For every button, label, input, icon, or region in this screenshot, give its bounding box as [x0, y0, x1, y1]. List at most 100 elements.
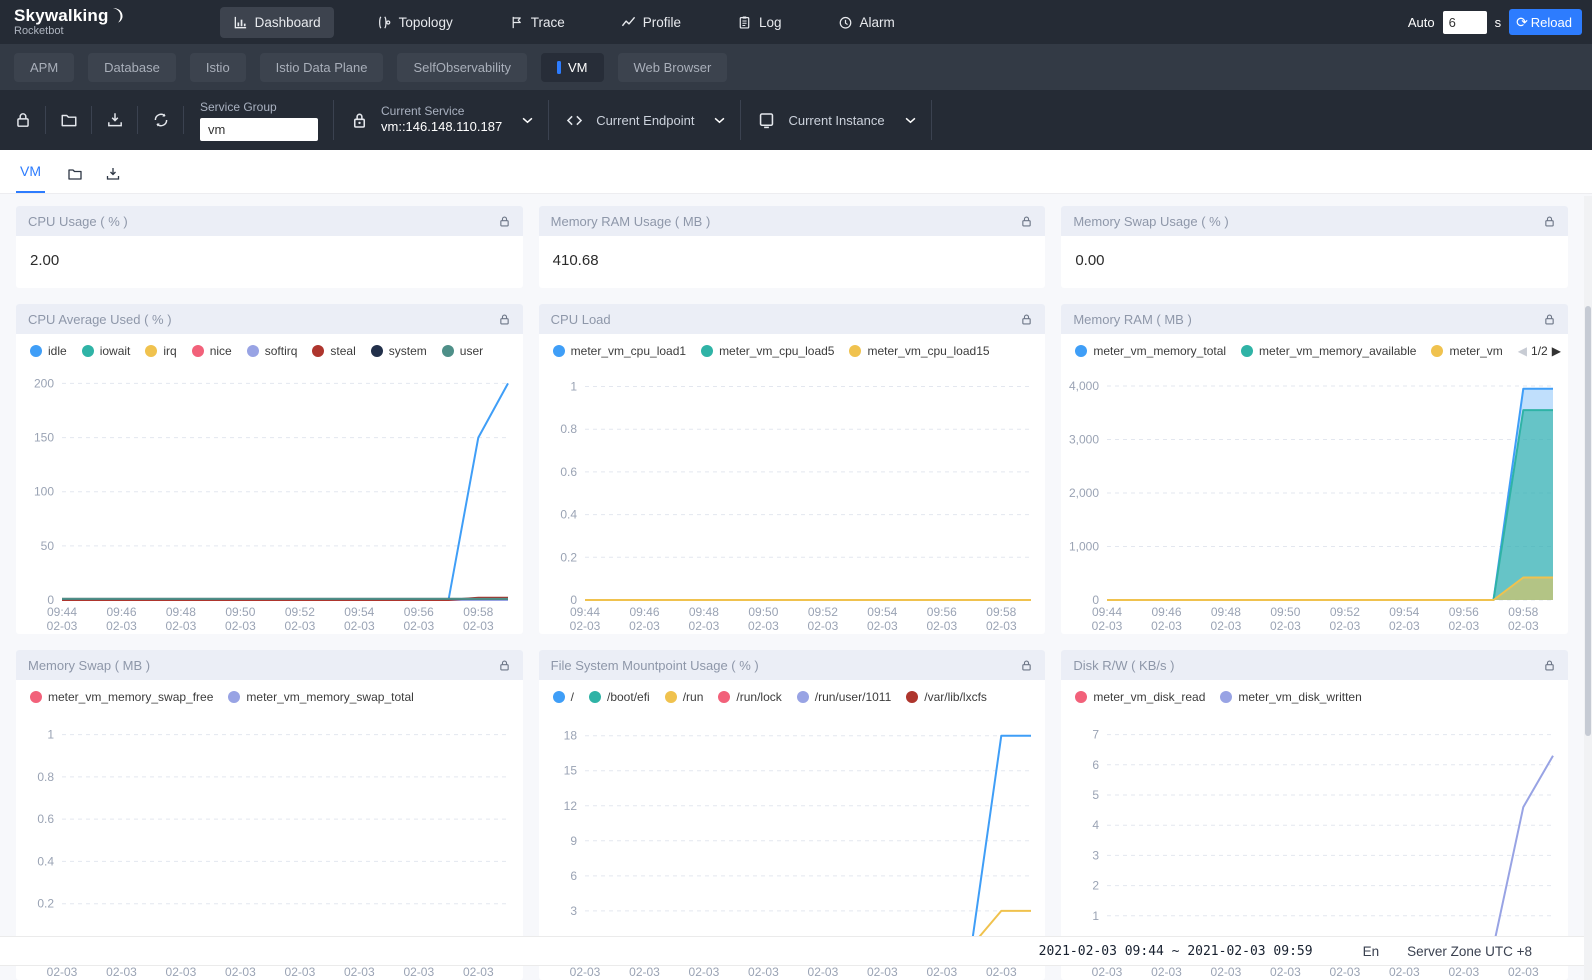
- legend-dot: [312, 345, 324, 357]
- lock-icon[interactable]: [1543, 659, 1556, 672]
- legend-item[interactable]: softirq: [247, 344, 298, 358]
- tab-istio[interactable]: Istio: [190, 53, 246, 82]
- card-memory-swap-usage: Memory Swap Usage ( % ) 0.00: [1061, 206, 1568, 288]
- lock-icon: [14, 111, 32, 129]
- card-title: CPU Usage ( % ): [28, 214, 128, 229]
- export-icon[interactable]: [105, 166, 121, 182]
- current-service-select[interactable]: Current Service vm::146.148.110.187: [334, 90, 549, 150]
- lock-icon[interactable]: [1020, 659, 1033, 672]
- nav-item-log[interactable]: Log: [724, 7, 795, 38]
- topology-icon: [377, 15, 392, 30]
- scrollbar-thumb[interactable]: [1585, 306, 1591, 736]
- legend-item[interactable]: meter_vm_memory_total: [1075, 344, 1226, 358]
- service-group-input[interactable]: [200, 118, 318, 141]
- current-endpoint-select[interactable]: Current Endpoint: [549, 90, 741, 150]
- svg-text:09:54: 09:54: [1390, 605, 1420, 619]
- legend-label: irq: [163, 344, 176, 358]
- legend-item[interactable]: /var/lib/lxcfs: [906, 690, 987, 704]
- nav-item-label: Topology: [399, 15, 453, 30]
- legend-item[interactable]: meter_vm_memory_available: [1241, 344, 1416, 358]
- tab-vm[interactable]: VM: [16, 163, 45, 193]
- nav-item-profile[interactable]: Profile: [608, 7, 694, 38]
- tab-apm[interactable]: APM: [14, 53, 74, 82]
- chart-plot[interactable]: 00.20.40.60.8109:4402-0309:4602-0309:480…: [539, 368, 1045, 634]
- legend-item[interactable]: meter_vm_cpu_load5: [701, 344, 834, 358]
- legend-item[interactable]: /run: [665, 690, 704, 704]
- lock-icon[interactable]: [498, 313, 511, 326]
- language-toggle[interactable]: En: [1363, 944, 1380, 959]
- refresh-button[interactable]: [138, 90, 184, 150]
- pager-prev-icon[interactable]: ◀: [1518, 344, 1527, 358]
- lock-button[interactable]: [0, 90, 46, 150]
- svg-text:02-03: 02-03: [569, 965, 600, 979]
- legend-item[interactable]: idle: [30, 344, 67, 358]
- lock-icon[interactable]: [1020, 313, 1033, 326]
- svg-text:02-03: 02-03: [166, 965, 197, 979]
- reload-button[interactable]: ⟳Reload: [1509, 9, 1582, 35]
- current-instance-select[interactable]: Current Instance: [741, 90, 931, 150]
- chart-legend: meter_vm_memory_total meter_vm_memory_ava…: [1061, 334, 1568, 368]
- export-button[interactable]: [92, 90, 138, 150]
- server-zone[interactable]: Server Zone UTC +8: [1407, 944, 1532, 959]
- legend-item[interactable]: meter_vm: [1431, 344, 1502, 358]
- legend-label: meter_vm_cpu_load5: [719, 344, 834, 358]
- svg-text:100: 100: [34, 485, 54, 499]
- nav-item-topology[interactable]: Topology: [364, 7, 466, 38]
- legend-item[interactable]: /boot/efi: [589, 690, 650, 704]
- legend-item[interactable]: meter_vm_cpu_load15: [849, 344, 989, 358]
- nav-item-trace[interactable]: Trace: [496, 7, 578, 38]
- legend-item[interactable]: meter_vm_disk_written: [1220, 690, 1361, 704]
- chart-plot[interactable]: 05010015020009:4402-0309:4602-0309:4802-…: [16, 368, 522, 634]
- svg-text:02-03: 02-03: [285, 965, 316, 979]
- subtab-bar: VM: [0, 150, 1592, 194]
- legend-item[interactable]: meter_vm_cpu_load1: [553, 344, 686, 358]
- legend-item[interactable]: irq: [145, 344, 176, 358]
- svg-text:09:56: 09:56: [404, 605, 434, 619]
- chart-area: 05010015020009:4402-0309:4602-0309:4802-…: [16, 368, 523, 634]
- legend-item[interactable]: user: [442, 344, 483, 358]
- scrollbar-track[interactable]: [1584, 196, 1592, 980]
- tab-istio-data-plane[interactable]: Istio Data Plane: [260, 53, 384, 82]
- legend-item[interactable]: iowait: [82, 344, 131, 358]
- svg-text:3,000: 3,000: [1069, 433, 1099, 447]
- brand-logo[interactable]: Skywalking Rocketbot: [14, 7, 124, 37]
- legend-item[interactable]: steal: [312, 344, 355, 358]
- lock-icon[interactable]: [498, 659, 511, 672]
- legend-pager: ◀1/2▶: [1518, 344, 1561, 358]
- auto-interval-input[interactable]: [1443, 11, 1487, 34]
- lock-icon[interactable]: [1543, 313, 1556, 326]
- chart-plot[interactable]: 01,0002,0003,0004,00009:4402-0309:4602-0…: [1061, 368, 1567, 634]
- cards-grid: CPU Usage ( % ) 2.00 Memory RAM Usage ( …: [16, 206, 1568, 980]
- legend-item[interactable]: /run/user/1011: [797, 690, 892, 704]
- legend-item[interactable]: meter_vm_memory_swap_total: [228, 690, 413, 704]
- legend-item[interactable]: nice: [192, 344, 232, 358]
- folder-button[interactable]: [46, 90, 92, 150]
- lock-icon[interactable]: [498, 215, 511, 228]
- svg-text:02-03: 02-03: [867, 965, 898, 979]
- card-memory-swap: Memory Swap ( MB ) meter_vm_memory_swap_…: [16, 650, 523, 980]
- legend-item[interactable]: meter_vm_disk_read: [1075, 690, 1205, 704]
- svg-text:02-03: 02-03: [1449, 619, 1480, 633]
- lock-icon[interactable]: [1543, 215, 1556, 228]
- time-range-picker[interactable]: 2021-02-03 09:44 ~ 2021-02-03 09:59: [1039, 944, 1313, 959]
- svg-text:0.4: 0.4: [560, 508, 577, 522]
- tab-web-browser[interactable]: Web Browser: [618, 53, 728, 82]
- nav-item-dashboard[interactable]: Dashboard: [220, 7, 334, 38]
- legend-item[interactable]: /: [553, 690, 574, 704]
- legend-item[interactable]: system: [371, 344, 427, 358]
- svg-text:02-03: 02-03: [569, 619, 600, 633]
- tab-database[interactable]: Database: [88, 53, 176, 82]
- lock-icon[interactable]: [1020, 215, 1033, 228]
- svg-text:02-03: 02-03: [403, 619, 434, 633]
- brand-title: Skywalking: [14, 7, 109, 25]
- pager-next-icon[interactable]: ▶: [1552, 344, 1561, 358]
- svg-text:02-03: 02-03: [867, 619, 898, 633]
- legend-item[interactable]: /run/lock: [718, 690, 781, 704]
- subtab-icons: [67, 166, 121, 182]
- legend-item[interactable]: meter_vm_memory_swap_free: [30, 690, 213, 704]
- tab-vm[interactable]: VM: [541, 53, 604, 82]
- tab-label: APM: [30, 60, 58, 75]
- nav-item-alarm[interactable]: Alarm: [825, 7, 908, 38]
- tab-selfobservability[interactable]: SelfObservability: [397, 53, 527, 82]
- folder-icon[interactable]: [67, 166, 83, 182]
